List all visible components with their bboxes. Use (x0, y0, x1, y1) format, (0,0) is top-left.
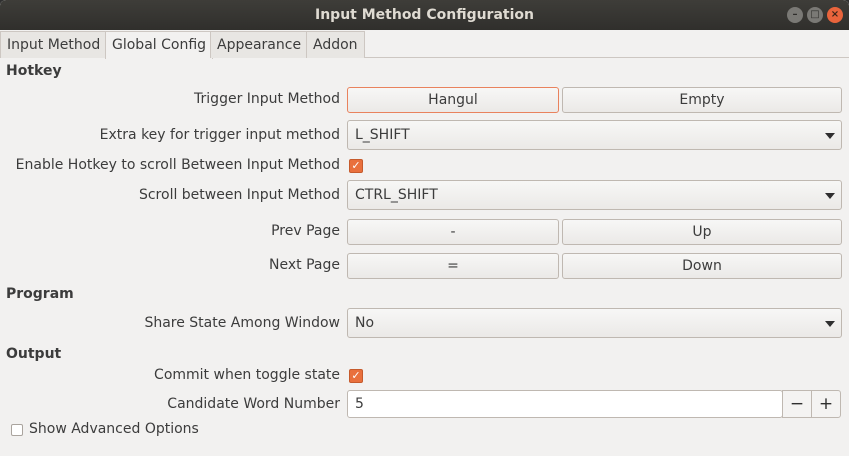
close-button[interactable]: × (827, 7, 843, 23)
section-program-title: Program (6, 286, 74, 302)
scroll-between-label: Scroll between Input Method (138, 187, 340, 203)
window-title: Input Method Configuration (315, 7, 534, 23)
candidate-number-input[interactable]: 5 (347, 390, 783, 418)
checkmark-icon: ✓ (351, 159, 361, 172)
scroll-between-value: CTRL_SHIFT (355, 187, 438, 203)
minimize-button[interactable]: – (787, 7, 803, 23)
app-window: Input Method Configuration – □ × Input M… (0, 0, 849, 456)
enable-scroll-label: Enable Hotkey to scroll Between Input Me… (15, 157, 340, 173)
trigger-key1-button[interactable]: Hangul (347, 87, 559, 113)
commit-toggle-label: Commit when toggle state (154, 367, 340, 383)
share-state-label: Share State Among Window (144, 315, 340, 331)
tab-bar: Input Method Global Config Appearance Ad… (0, 31, 849, 59)
enable-scroll-checkbox[interactable]: ✓ (349, 159, 363, 173)
next-page-key2-button[interactable]: Down (562, 253, 842, 279)
trigger-input-method-label: Trigger Input Method (194, 91, 340, 107)
next-page-key1-button[interactable]: = (347, 253, 559, 279)
show-advanced-label[interactable]: Show Advanced Options (29, 421, 199, 437)
extra-key-combo[interactable]: L_SHIFT (347, 120, 842, 150)
tab-addon[interactable]: Addon (306, 31, 365, 58)
tab-global-config[interactable]: Global Config (105, 31, 214, 59)
extra-key-value: L_SHIFT (355, 127, 410, 143)
prev-page-label: Prev Page (271, 223, 340, 239)
decrement-button[interactable]: − (782, 390, 812, 418)
maximize-button[interactable]: □ (807, 7, 823, 23)
candidate-number-label: Candidate Word Number (167, 396, 340, 412)
chevron-down-icon (825, 193, 835, 199)
tab-appearance[interactable]: Appearance (210, 31, 309, 58)
tab-input-method[interactable]: Input Method (0, 31, 108, 58)
share-state-value: No (355, 315, 375, 331)
section-output-title: Output (6, 346, 62, 362)
chevron-down-icon (825, 321, 835, 327)
prev-page-key1-button[interactable]: - (347, 219, 559, 245)
share-state-combo[interactable]: No (347, 308, 842, 338)
section-hotkey-title: Hotkey (6, 63, 62, 79)
chevron-down-icon (825, 133, 835, 139)
trigger-key2-button[interactable]: Empty (562, 87, 842, 113)
extra-key-label: Extra key for trigger input method (99, 127, 340, 143)
next-page-label: Next Page (269, 257, 340, 273)
commit-toggle-checkbox[interactable]: ✓ (349, 369, 363, 383)
titlebar: Input Method Configuration – □ × (0, 0, 849, 30)
checkmark-icon: ✓ (351, 369, 361, 382)
show-advanced-checkbox[interactable] (11, 424, 23, 436)
prev-page-key2-button[interactable]: Up (562, 219, 842, 245)
increment-button[interactable]: + (811, 390, 841, 418)
scroll-between-combo[interactable]: CTRL_SHIFT (347, 180, 842, 210)
